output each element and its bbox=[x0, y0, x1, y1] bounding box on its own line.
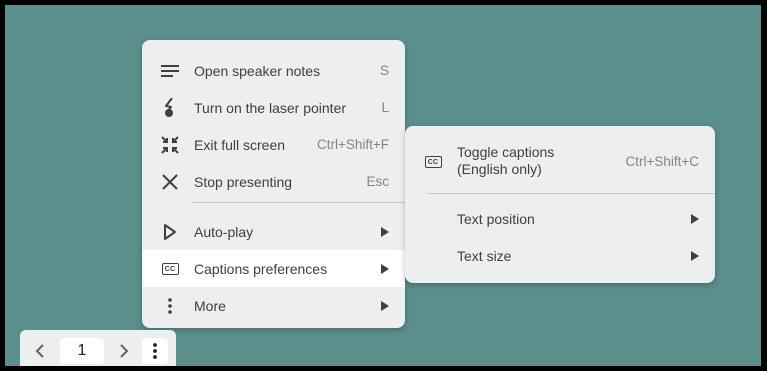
toggle-captions-label: Toggle captions (English only) bbox=[457, 144, 554, 178]
submenu-item-text-position[interactable]: Text position bbox=[405, 200, 715, 237]
next-slide-button[interactable] bbox=[114, 338, 134, 364]
menu-item-label: Turn on the laser pointer bbox=[194, 99, 347, 116]
shortcut-label: Ctrl+Shift+F bbox=[316, 137, 389, 152]
submenu-item-text-size[interactable]: Text size bbox=[405, 237, 715, 274]
menu-item-label: Text position bbox=[457, 210, 535, 227]
menu-item-laser-pointer[interactable]: Turn on the laser pointer L bbox=[142, 89, 405, 126]
options-menu-button[interactable] bbox=[142, 338, 168, 364]
menu-item-label: Open speaker notes bbox=[194, 62, 321, 79]
submenu-item-toggle-captions[interactable]: CC Toggle captions (English only) Ctrl+S… bbox=[405, 138, 715, 184]
menu-item-stop-presenting[interactable]: Stop presenting Esc bbox=[142, 163, 405, 200]
play-icon bbox=[160, 222, 180, 242]
toggle-captions-line2: (English only) bbox=[457, 161, 542, 177]
exit-fullscreen-icon bbox=[160, 135, 180, 155]
shortcut-label: L bbox=[381, 100, 389, 115]
submenu-divider bbox=[427, 193, 715, 194]
submenu-arrow-icon bbox=[381, 300, 389, 311]
shortcut-label: Esc bbox=[366, 174, 389, 189]
menu-item-label: Captions preferences bbox=[194, 260, 328, 277]
shortcut-label: Ctrl+Shift+C bbox=[625, 153, 699, 169]
submenu-arrow-icon bbox=[381, 226, 389, 237]
shortcut-label: S bbox=[379, 63, 389, 78]
menu-item-exit-full-screen[interactable]: Exit full screen Ctrl+Shift+F bbox=[142, 126, 405, 163]
more-vert-icon bbox=[153, 343, 157, 359]
more-vert-icon bbox=[160, 296, 180, 316]
menu-item-more[interactable]: More bbox=[142, 287, 405, 324]
presentation-stage: Open speaker notes S Turn on the laser p… bbox=[5, 5, 761, 366]
toggle-captions-line1: Toggle captions bbox=[457, 144, 555, 160]
cc-label: CC bbox=[161, 263, 179, 275]
close-icon bbox=[160, 172, 180, 192]
slide-number-input[interactable]: 1 bbox=[60, 338, 104, 364]
present-options-menu: Open speaker notes S Turn on the laser p… bbox=[142, 40, 405, 328]
presenter-toolbar: 1 bbox=[20, 330, 176, 366]
menu-divider bbox=[192, 202, 405, 203]
notes-icon bbox=[160, 61, 180, 81]
menu-item-label: Text size bbox=[457, 247, 512, 264]
menu-item-captions-preferences[interactable]: CC Captions preferences bbox=[142, 250, 405, 287]
cc-label: CC bbox=[424, 156, 442, 168]
menu-item-label: Auto-play bbox=[194, 223, 254, 240]
laser-pointer-icon bbox=[160, 98, 180, 118]
closed-captions-icon: CC bbox=[160, 259, 180, 279]
submenu-arrow-icon bbox=[691, 250, 699, 261]
menu-item-label: Exit full screen bbox=[194, 136, 286, 153]
menu-item-label: More bbox=[194, 297, 226, 314]
menu-item-open-speaker-notes[interactable]: Open speaker notes S bbox=[142, 52, 405, 89]
menu-item-label: Stop presenting bbox=[194, 173, 293, 190]
chevron-left-icon bbox=[35, 344, 44, 358]
submenu-arrow-icon bbox=[691, 213, 699, 224]
menu-item-auto-play[interactable]: Auto-play bbox=[142, 213, 405, 250]
chevron-right-icon bbox=[120, 344, 129, 358]
closed-captions-icon: CC bbox=[423, 152, 443, 172]
submenu-arrow-icon bbox=[381, 263, 389, 274]
captions-preferences-submenu: CC Toggle captions (English only) Ctrl+S… bbox=[405, 126, 715, 283]
previous-slide-button[interactable] bbox=[30, 338, 50, 364]
